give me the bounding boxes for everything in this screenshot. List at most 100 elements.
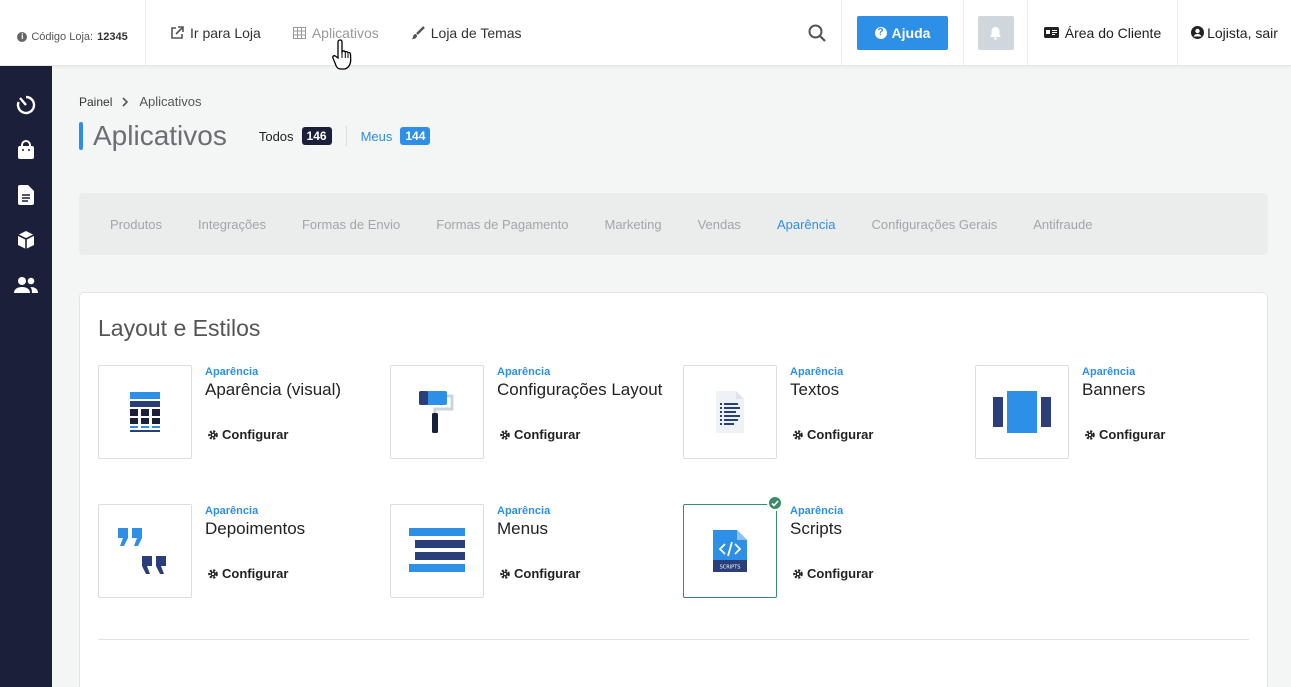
app-thumb[interactable] [683, 365, 777, 459]
app-thumb[interactable] [975, 365, 1069, 459]
title-accent [79, 122, 83, 150]
app-name: Depoimentos [205, 519, 306, 538]
dashboard-icon [16, 95, 36, 115]
app-category: Aparência [790, 505, 844, 517]
configure-label: Configurar [1099, 427, 1166, 442]
sidebar-item-pages[interactable] [13, 184, 39, 206]
tab-produtos[interactable]: Produtos [110, 217, 162, 232]
users-icon [14, 277, 38, 293]
app-category: Aparência [1082, 366, 1136, 378]
filter-mine[interactable]: Meus 144 [361, 127, 431, 145]
top-bar: i Código Loja: 12345 Ir para Loja Aplica… [0, 0, 1291, 66]
store-code-label: Código Loja: [31, 30, 94, 43]
main-content: Painel Aplicativos Aplicativos Todos 146… [79, 66, 1268, 687]
bell-icon [990, 26, 1001, 40]
client-area-link[interactable]: Área do Cliente [1028, 0, 1178, 65]
tab-configuracoes-gerais[interactable]: Configurações Gerais [871, 217, 997, 232]
section-divider [98, 639, 1249, 640]
app-thumb[interactable] [390, 504, 484, 598]
configure-label: Configurar [514, 566, 581, 581]
theme-store-link[interactable]: Loja de Temas [411, 25, 522, 41]
tab-integracoes[interactable]: Integrações [198, 217, 266, 232]
tab-formas-de-pagamento[interactable]: Formas de Pagamento [436, 217, 568, 232]
app-card-banners: Aparência Banners Configurar [975, 365, 1255, 459]
configure-button[interactable]: Configurar [207, 427, 288, 442]
gear-icon [793, 429, 803, 440]
sidebar-item-customers[interactable] [13, 274, 39, 296]
svg-text:SCRIPTS: SCRIPTS [720, 565, 741, 571]
configure-button[interactable]: Configurar [499, 566, 580, 581]
gear-icon [500, 568, 510, 579]
app-card-aparencia-visual: Aparência Aparência (visual) Configurar [98, 365, 378, 459]
tab-formas-de-envio[interactable]: Formas de Envio [302, 217, 400, 232]
filter-all-label: Todos [258, 128, 294, 144]
notifications-button[interactable] [977, 15, 1014, 50]
configure-button[interactable]: Configurar [207, 566, 288, 581]
search-button[interactable] [792, 0, 842, 65]
tab-antifraude[interactable]: Antifraude [1033, 217, 1092, 232]
layout-icon [130, 392, 160, 432]
app-thumb[interactable] [98, 504, 192, 598]
help-button[interactable]: ? Ajuda [857, 15, 948, 50]
logout-link[interactable]: Lojista, sair [1178, 0, 1291, 65]
filter-all-count: 146 [301, 127, 332, 145]
configure-button[interactable]: Configurar [792, 566, 873, 581]
go-to-store-label: Ir para Loja [190, 24, 261, 41]
notifications-wrap [964, 0, 1028, 65]
category-tabs: Produtos Integrações Formas de Envio For… [79, 193, 1268, 255]
filter-mine-label: Meus [360, 128, 393, 144]
page-header: Aplicativos Todos 146 Meus 144 [79, 119, 1268, 153]
search-icon [808, 24, 826, 42]
grid-icon [292, 26, 306, 39]
help-label: Ajuda [891, 24, 931, 41]
app-name: Banners [1082, 380, 1146, 399]
sidebar-item-orders[interactable] [13, 139, 39, 161]
sidebar-item-dashboard[interactable] [13, 94, 39, 116]
filter-separator [345, 126, 347, 146]
app-category: Aparência [497, 505, 551, 517]
app-name: Scripts [790, 519, 842, 538]
page-title: Aplicativos [93, 120, 227, 151]
configure-button[interactable]: Configurar [1084, 427, 1165, 442]
document-icon [18, 185, 34, 205]
gear-icon [500, 429, 510, 440]
configure-label: Configurar [222, 566, 289, 581]
configure-button[interactable]: Configurar [499, 427, 580, 442]
gear-icon [1085, 429, 1095, 440]
app-card-depoimentos: Aparência Depoimentos Configurar [98, 504, 378, 598]
banners-icon [993, 391, 1051, 433]
apps-panel: Layout e Estilos Aparência Aparência (vi… [79, 292, 1268, 687]
help-icon: ? [874, 26, 887, 39]
sidebar-item-products[interactable] [13, 229, 39, 251]
user-circle-icon [1191, 26, 1205, 39]
app-category: Aparência [205, 505, 259, 517]
configure-label: Configurar [807, 427, 874, 442]
app-name: Menus [497, 519, 549, 538]
app-card-configuracoes-layout: Aparência Configurações Layout Configura… [390, 365, 670, 459]
scripts-icon: SCRIPTS [713, 530, 747, 572]
filter-all[interactable]: Todos 146 [259, 127, 332, 145]
tab-vendas[interactable]: Vendas [698, 217, 741, 232]
app-name: Textos [790, 380, 840, 399]
sidebar [0, 66, 52, 687]
breadcrumb: Painel Aplicativos [79, 94, 1268, 109]
configure-button[interactable]: Configurar [792, 427, 873, 442]
gear-icon [208, 429, 218, 440]
quotes-icon [118, 528, 166, 574]
installed-check-icon [767, 495, 783, 511]
tab-aparencia[interactable]: Aparência [777, 217, 836, 232]
hand-pointer-icon [332, 39, 352, 70]
app-thumb[interactable] [390, 365, 484, 459]
app-thumb[interactable]: SCRIPTS [683, 504, 777, 598]
app-name: Configurações Layout [497, 380, 663, 399]
tab-marketing[interactable]: Marketing [604, 217, 661, 232]
breadcrumb-root[interactable]: Painel [79, 95, 112, 109]
external-link-icon [171, 25, 184, 39]
app-thumb[interactable] [98, 365, 192, 459]
app-category: Aparência [205, 366, 259, 378]
text-file-icon [716, 391, 744, 433]
go-to-store-link[interactable]: Ir para Loja [170, 25, 261, 41]
menu-icon [409, 528, 465, 572]
shopping-bag-icon [18, 140, 34, 159]
app-card-textos: Aparência Textos Configurar [683, 365, 963, 459]
